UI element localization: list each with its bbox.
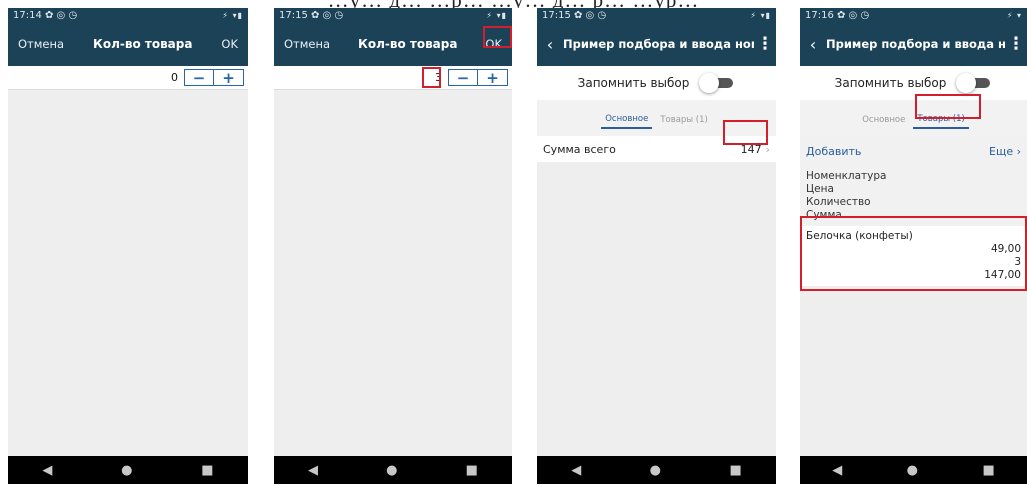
nav-home-icon[interactable]: ● xyxy=(121,463,132,478)
add-button[interactable]: Добавить xyxy=(806,145,861,158)
back-arrow-icon[interactable]: ‹ xyxy=(800,35,826,54)
nav-back-icon[interactable]: ◀ xyxy=(832,463,842,478)
column-nomenclature: Номенклатура xyxy=(806,170,887,182)
remember-choice-row: Запомнить выбор xyxy=(537,66,776,100)
phone-screen-3: 17:15 ✿ ◎ ◷ ⚡ ▾▮ ‹ Пример подбора и ввод… xyxy=(537,8,776,484)
remember-choice-toggle[interactable] xyxy=(699,73,735,93)
app-bar: Отмена Кол-во товара OK xyxy=(274,22,512,66)
tab-main[interactable]: Основное xyxy=(858,109,909,128)
back-arrow-icon[interactable]: ‹ xyxy=(537,35,563,54)
nav-home-icon[interactable]: ● xyxy=(907,463,918,478)
status-time: 17:15 ✿ ◎ ◷ xyxy=(279,9,344,21)
tab-bar: Основное Товары (1) xyxy=(800,100,1027,136)
ok-button[interactable]: OK xyxy=(211,37,248,51)
nav-home-icon[interactable]: ● xyxy=(650,463,661,478)
screen-title: Пример подбора и ввода номе... xyxy=(563,37,754,51)
cancel-button[interactable]: Отмена xyxy=(274,37,340,51)
nav-back-icon[interactable]: ◀ xyxy=(571,463,581,478)
remember-choice-label: Запомнить выбор xyxy=(577,76,690,90)
caption-text: …у… д… …р… …у… д… р… …ур… xyxy=(0,0,1027,8)
phone-screen-1: 17:14 ✿ ◎ ◷ ⚡ ▾▮ Отмена Кол-во товара OK… xyxy=(8,8,248,484)
app-bar: Отмена Кол-во товара OK xyxy=(8,22,248,66)
status-time: 17:16 ✿ ◎ ◷ xyxy=(805,9,870,21)
quantity-value[interactable]: 0 xyxy=(171,71,178,84)
status-icons: ⚡ ▾▮ xyxy=(486,10,507,20)
nav-back-icon[interactable]: ◀ xyxy=(42,463,52,478)
app-bar: ‹ Пример подбора и ввода номе... ⋮ xyxy=(537,22,776,66)
column-price: Цена xyxy=(806,183,834,195)
android-nav-bar: ◀ ● ■ xyxy=(274,456,512,484)
status-time: 17:14 ✿ ◎ ◷ xyxy=(13,9,78,21)
cancel-button[interactable]: Отмена xyxy=(8,37,74,51)
tab-goods[interactable]: Товары (1) xyxy=(656,109,711,128)
app-bar: ‹ Пример подбора и ввода номе... ⋮ xyxy=(800,22,1027,66)
android-nav-bar: ◀ ● ■ xyxy=(800,456,1027,484)
total-sum-label: Сумма всего xyxy=(543,142,616,156)
status-icons: ⚡ ▾▮ xyxy=(750,10,771,20)
overflow-menu-icon[interactable]: ⋮ xyxy=(754,34,776,54)
status-bar: 17:15 ✿ ◎ ◷ ⚡ ▾▮ xyxy=(537,8,776,22)
column-quantity: Количество xyxy=(806,196,871,208)
nav-back-icon[interactable]: ◀ xyxy=(308,463,318,478)
nav-recent-icon[interactable]: ■ xyxy=(729,463,741,478)
status-icons: ⚡ ▾ xyxy=(1006,10,1022,20)
highlight-goods-tab xyxy=(915,94,981,119)
phone-screen-2: 17:15 ✿ ◎ ◷ ⚡ ▾▮ Отмена Кол-во товара OK… xyxy=(274,8,512,484)
screen-title: Пример подбора и ввода номе... xyxy=(826,37,1005,51)
page: …у… д… …р… …у… д… р… …ур… 17:14 ✿ ◎ ◷ ⚡ … xyxy=(0,0,1027,487)
decrement-button[interactable]: − xyxy=(448,69,478,87)
nav-home-icon[interactable]: ● xyxy=(386,463,397,478)
highlight-ok xyxy=(483,26,512,48)
phone-screen-4: 17:16 ✿ ◎ ◷ ⚡ ▾ ‹ Пример подбора и ввода… xyxy=(800,8,1027,484)
remember-choice-row: Запомнить выбор xyxy=(800,66,1027,100)
highlight-total-sum xyxy=(723,120,768,145)
nav-recent-icon[interactable]: ■ xyxy=(201,463,213,478)
nav-recent-icon[interactable]: ■ xyxy=(982,463,994,478)
status-bar: 17:16 ✿ ◎ ◷ ⚡ ▾ xyxy=(800,8,1027,22)
status-bar: 17:14 ✿ ◎ ◷ ⚡ ▾▮ xyxy=(8,8,248,22)
increment-button[interactable]: + xyxy=(214,69,244,87)
remember-choice-toggle[interactable] xyxy=(956,73,992,93)
android-nav-bar: ◀ ● ■ xyxy=(537,456,776,484)
overflow-menu-icon[interactable]: ⋮ xyxy=(1005,34,1027,54)
increment-button[interactable]: + xyxy=(478,69,508,87)
highlight-quantity xyxy=(422,67,441,88)
status-bar: 17:15 ✿ ◎ ◷ ⚡ ▾▮ xyxy=(274,8,512,22)
highlight-goods-item xyxy=(800,216,1027,291)
remember-choice-label: Запомнить выбор xyxy=(834,76,947,90)
tab-main[interactable]: Основное xyxy=(601,108,653,129)
dialog-title: Кол-во товара xyxy=(358,37,458,51)
decrement-button[interactable]: − xyxy=(184,69,214,87)
quantity-row: 0 − + xyxy=(8,66,248,90)
android-nav-bar: ◀ ● ■ xyxy=(8,456,248,484)
status-time: 17:15 ✿ ◎ ◷ xyxy=(542,9,607,21)
status-icons: ⚡ ▾▮ xyxy=(222,10,243,20)
quantity-row: 3 − + xyxy=(274,66,512,90)
goods-actions-row: Добавить Еще › xyxy=(800,136,1027,166)
more-button[interactable]: Еще › xyxy=(989,145,1021,158)
nav-recent-icon[interactable]: ■ xyxy=(466,463,478,478)
dialog-title: Кол-во товара xyxy=(93,37,193,51)
